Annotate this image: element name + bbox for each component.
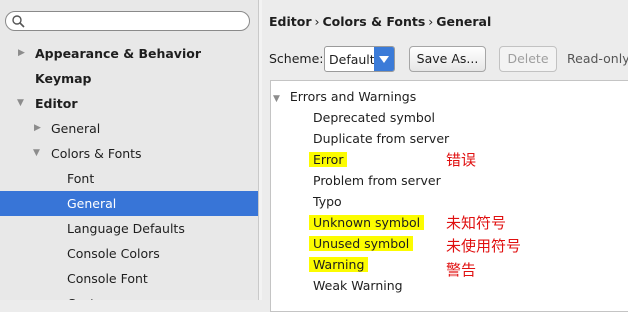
search-input[interactable]: [5, 11, 250, 31]
expand-arrow-icon[interactable]: ▶: [34, 116, 41, 141]
sidebar-item-label: Colors & Fonts: [51, 146, 142, 161]
sidebar-item-label: General: [51, 121, 101, 136]
sidebar-item-label: Font: [67, 171, 95, 186]
list-item-label: Error: [309, 152, 348, 167]
breadcrumb-separator: ›: [314, 14, 320, 29]
list-item-label: Typo: [313, 194, 342, 209]
list-item-label: Warning: [309, 257, 369, 272]
scheme-dropdown[interactable]: Default: [324, 46, 395, 72]
sidebar-item-console-font[interactable]: Console Font: [0, 266, 258, 291]
sidebar-item-language-defaults[interactable]: Language Defaults: [0, 216, 258, 241]
tree-group-errors-warnings[interactable]: ▼ Errors and Warnings: [273, 86, 416, 107]
breadcrumb-general: General: [436, 14, 492, 29]
sidebar-item-label: Console Colors: [67, 246, 160, 261]
sidebar-item-label: Language Defaults: [67, 221, 185, 236]
sidebar-item-custom[interactable]: Custom: [0, 291, 258, 300]
list-item-unknown-symbol[interactable]: Unknown symbol: [309, 212, 425, 233]
list-item-label: Duplicate from server: [313, 131, 450, 146]
annotation-unknown-symbol: 未知符号: [446, 214, 507, 232]
breadcrumb: Editor › Colors & Fonts › General: [269, 14, 491, 29]
list-item-label: Weak Warning: [313, 278, 403, 293]
list-item-warning[interactable]: Warning: [309, 254, 369, 275]
sidebar-item-console-colors[interactable]: Console Colors: [0, 241, 258, 266]
sidebar-item-appearance-behavior[interactable]: ▶ Appearance & Behavior: [0, 41, 258, 66]
list-item[interactable]: Deprecated symbol: [313, 107, 435, 128]
dropdown-button[interactable]: [374, 47, 394, 71]
save-as-button[interactable]: Save As...: [409, 46, 486, 72]
expand-arrow-icon[interactable]: ▶: [18, 41, 25, 66]
list-item-error[interactable]: Error: [309, 149, 348, 170]
list-item-label: Unused symbol: [309, 236, 414, 251]
breadcrumb-separator: ›: [428, 14, 434, 29]
collapse-arrow-icon[interactable]: ▼: [273, 94, 280, 104]
settings-sidebar: ▶ Appearance & Behavior Keymap ▼ Editor …: [0, 0, 258, 300]
breadcrumb-editor: Editor: [269, 14, 312, 29]
tree-group-label: Errors and Warnings: [289, 89, 417, 104]
list-item-label: Deprecated symbol: [313, 110, 435, 125]
scheme-selected-value: Default: [329, 52, 375, 67]
sidebar-item-label: Custom: [67, 291, 115, 300]
annotation-unused-symbol: 未使用符号: [446, 237, 522, 255]
sidebar-item-label: Keymap: [35, 71, 92, 86]
annotation-warning: 警告: [446, 261, 477, 279]
scheme-label: Scheme:: [269, 51, 324, 66]
sidebar-item-general-selected[interactable]: General: [0, 191, 258, 216]
annotation-error: 错误: [446, 151, 477, 169]
list-item-unused-symbol[interactable]: Unused symbol: [309, 233, 414, 254]
list-item[interactable]: Duplicate from server: [313, 128, 449, 149]
sidebar-item-label: Console Font: [67, 271, 148, 286]
list-item[interactable]: Typo: [313, 191, 342, 212]
sidebar-item-label: Appearance & Behavior: [35, 46, 201, 61]
sidebar-item-editor[interactable]: ▼ Editor: [0, 91, 258, 116]
sidebar-item-label: Editor: [35, 96, 78, 111]
sidebar-item-label: General: [67, 196, 117, 211]
readonly-label: Read-only: [567, 51, 628, 66]
sidebar-item-general[interactable]: ▶ General: [0, 116, 258, 141]
list-item[interactable]: Weak Warning: [313, 275, 403, 296]
list-item-label: Problem from server: [313, 173, 441, 188]
settings-main-panel: Editor › Colors & Fonts › General Scheme: De…: [262, 0, 628, 312]
breadcrumb-colors-fonts: Colors & Fonts: [322, 14, 426, 29]
delete-button[interactable]: Delete: [499, 46, 557, 72]
sidebar-item-keymap[interactable]: Keymap: [0, 66, 258, 91]
list-item-label: Unknown symbol: [309, 215, 425, 230]
list-item[interactable]: Problem from server: [313, 170, 441, 191]
save-as-label: Save As...: [416, 51, 479, 66]
collapse-arrow-icon[interactable]: ▼: [17, 91, 24, 116]
sidebar-item-font[interactable]: Font: [0, 166, 258, 191]
sidebar-item-colors-fonts[interactable]: ▼ Colors & Fonts: [0, 141, 258, 166]
delete-label: Delete: [507, 51, 549, 66]
chevron-down-icon: [379, 56, 389, 63]
search-icon: [12, 15, 25, 28]
color-scheme-tree: ▼ Errors and Warnings Deprecated symbol …: [270, 80, 628, 312]
collapse-arrow-icon[interactable]: ▼: [33, 141, 40, 166]
